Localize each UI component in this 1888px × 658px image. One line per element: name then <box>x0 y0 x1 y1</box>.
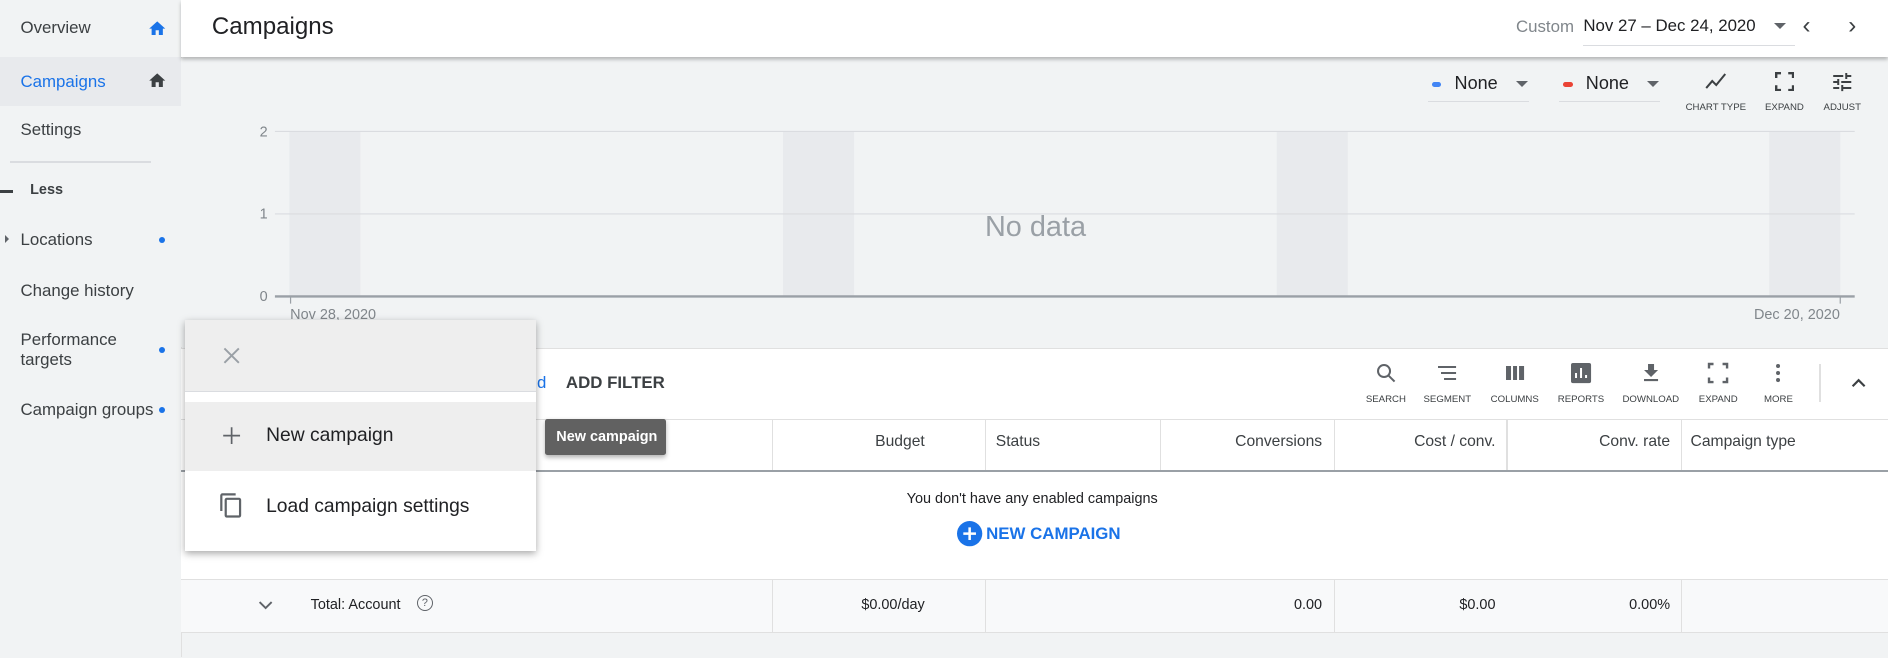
caret-right-icon <box>4 234 10 243</box>
home-icon <box>149 21 166 36</box>
dropdown-arrow-icon <box>1773 22 1786 29</box>
copy-icon <box>220 493 242 518</box>
dot-indicator <box>158 346 165 353</box>
sidebar: Overview Campaigns Settings Less Locatio… <box>0 0 182 658</box>
total-row: Total: Account ? $0.00/day 0.00 $0.00 0.… <box>180 579 1888 633</box>
segment-icon <box>1438 366 1457 381</box>
divider <box>1819 363 1821 403</box>
add-circle-icon <box>957 521 983 547</box>
performance-chart: None None CHART TYPE EXPAND ADJUST 210 N… <box>180 57 1888 347</box>
column-divider <box>1680 419 1683 470</box>
date-range-label: Custom <box>1515 16 1574 36</box>
column-divider <box>984 419 987 470</box>
menu-item-new-campaign[interactable]: New campaign <box>185 402 536 471</box>
column-divider <box>1334 419 1336 470</box>
previous-period-button[interactable]: ‹ <box>1803 12 1811 40</box>
next-period-button[interactable]: › <box>1848 12 1856 40</box>
search-button[interactable]: SEARCH <box>1356 361 1416 405</box>
column-header-budget[interactable]: Budget <box>875 433 925 451</box>
download-button[interactable]: DOWNLOAD <box>1621 361 1681 405</box>
tooltip: New campaign <box>545 419 666 456</box>
minus-icon <box>0 190 14 193</box>
new-campaign-menu: New campaign Load campaign settings <box>185 320 536 552</box>
search-icon <box>1376 364 1396 383</box>
dot-indicator <box>158 237 165 244</box>
columns-icon <box>1505 366 1524 381</box>
empty-table-message: You don't have any enabled campaigns <box>906 491 1158 508</box>
collapse-chevron-up-icon[interactable] <box>1849 373 1868 392</box>
page-header: Campaigns Custom Nov 27 – Dec 24, 2020 ‹… <box>180 0 1888 57</box>
y-tick-label: 2 <box>259 124 267 140</box>
column-header-conversion-rate[interactable]: Conv. rate <box>1599 433 1670 451</box>
help-icon[interactable]: ? <box>416 594 434 612</box>
table-expand-button[interactable]: EXPAND <box>1688 361 1748 405</box>
no-data-message: No data <box>984 210 1087 243</box>
more-vert-icon <box>1776 364 1781 383</box>
sidebar-item-overview[interactable]: Overview <box>0 18 181 44</box>
home-icon <box>149 73 166 88</box>
column-header-campaign-type[interactable]: Campaign type <box>1691 433 1796 451</box>
column-divider <box>1334 580 1336 632</box>
chart-plot: 2 1 0 <box>259 124 1855 305</box>
download-icon <box>1643 364 1658 382</box>
column-divider <box>771 580 774 632</box>
reports-icon <box>1570 363 1592 384</box>
more-button[interactable]: MORE <box>1748 361 1808 405</box>
y-tick-label: 0 <box>259 289 267 305</box>
add-filter-button[interactable]: ADD FILTER <box>566 373 665 393</box>
menu-item-load-campaign-settings[interactable]: Load campaign settings <box>185 471 535 542</box>
chevron-down-icon[interactable] <box>256 596 275 615</box>
date-range-picker[interactable]: Nov 27 – Dec 24, 2020 <box>1583 12 1796 46</box>
column-divider <box>984 580 987 632</box>
column-header-status[interactable]: Status <box>996 433 1040 451</box>
expand-icon <box>1708 363 1729 384</box>
column-header-cost-per-conversion[interactable]: Cost / conv. <box>1414 433 1495 451</box>
column-divider <box>771 419 774 470</box>
x-tick-label: Dec 20, 2020 <box>1753 307 1840 324</box>
plus-icon <box>222 427 240 445</box>
column-divider <box>1506 419 1508 470</box>
segment-button[interactable]: SEGMENT <box>1417 361 1477 405</box>
reports-button[interactable]: REPORTS <box>1551 361 1611 405</box>
column-divider <box>1159 419 1161 470</box>
sidebar-item-campaigns[interactable]: Campaigns <box>0 56 181 106</box>
divider <box>9 161 151 163</box>
menu-header <box>185 320 536 393</box>
column-divider <box>1680 580 1683 632</box>
columns-button[interactable]: COLUMNS <box>1485 361 1545 405</box>
page-title: Campaigns <box>211 13 334 41</box>
dot-indicator <box>158 406 165 413</box>
y-tick-label: 1 <box>259 207 267 223</box>
filter-chip[interactable]: d <box>537 373 546 393</box>
close-icon[interactable] <box>222 346 241 365</box>
column-header-conversions[interactable]: Conversions <box>1235 433 1322 451</box>
